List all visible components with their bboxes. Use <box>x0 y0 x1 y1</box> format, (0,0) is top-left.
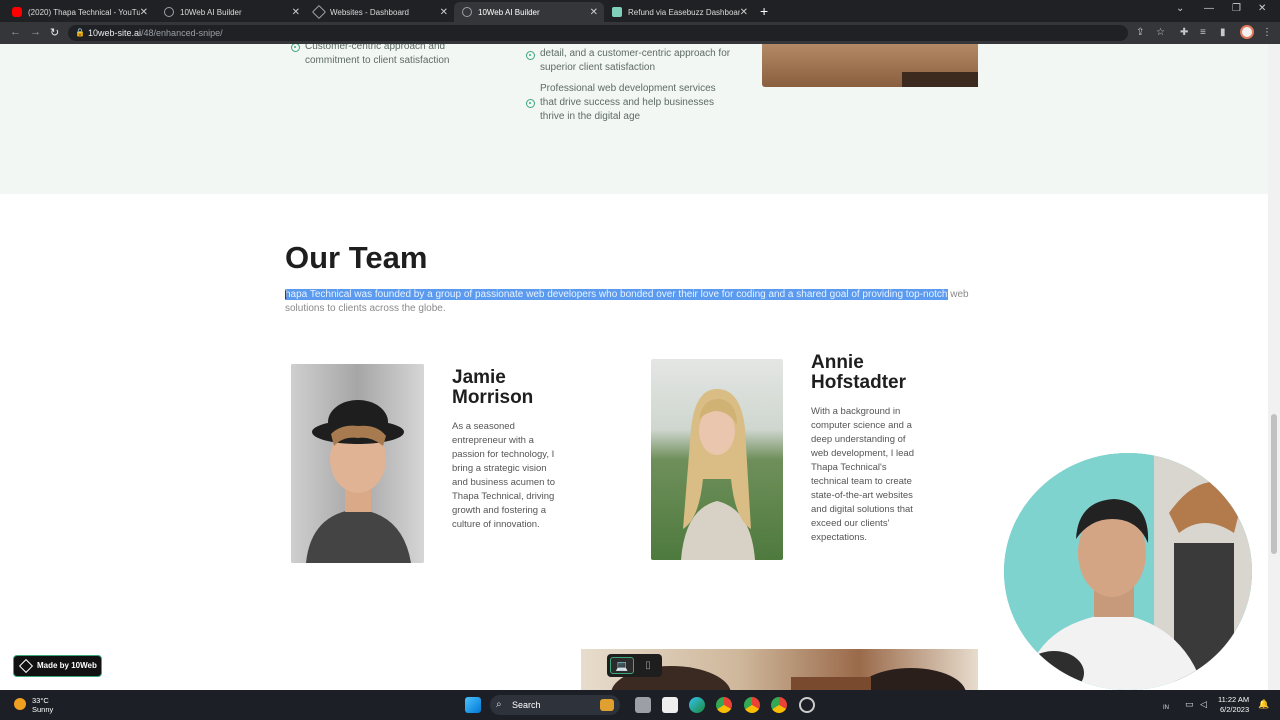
close-window-icon[interactable]: ✕ <box>1258 3 1266 14</box>
search-icon: ⌕ <box>496 699 502 710</box>
tab-websites-dashboard[interactable]: Websites - Dashboard ✕ <box>306 2 454 22</box>
settings-gear-icon[interactable] <box>799 697 815 713</box>
clock-date: 6/2/2023 <box>1219 705 1250 714</box>
youtube-icon <box>12 7 22 17</box>
menu-kebab-icon[interactable]: ⋮ <box>1262 27 1272 38</box>
chrome-active-icon[interactable] <box>744 697 760 713</box>
url-field[interactable]: 🔒 10web-site.ai/48/enhanced-snipe/ <box>68 25 1128 41</box>
side-panel-icon[interactable]: ▮ <box>1220 27 1226 38</box>
taskbar-clock[interactable]: 11:22 AM 6/2/2023 <box>1218 695 1249 715</box>
clock-time: 11:22 AM <box>1218 695 1250 704</box>
notification-bell-icon[interactable]: 🔔 <box>1258 699 1269 710</box>
star-icon[interactable]: ☆ <box>1156 27 1165 38</box>
device-preview-toggle: 💻 ▯ <box>607 654 662 677</box>
back-arrow-icon[interactable]: ← <box>10 26 21 38</box>
close-icon[interactable]: ✕ <box>440 7 448 18</box>
tab-10web-ai-builder-active[interactable]: 10Web AI Builder ✕ <box>454 2 604 22</box>
webcam-overlay <box>1004 453 1252 690</box>
share-icon[interactable]: ⇪ <box>1136 27 1144 38</box>
close-icon[interactable]: ✕ <box>740 7 748 18</box>
tab-label: (2020) Thapa Technical - YouTube <box>28 7 140 17</box>
member-photo-annie <box>651 359 783 560</box>
search-label: Search <box>512 700 541 710</box>
tab-easebuzz[interactable]: Refund via Easebuzz Dashboard ✕ <box>604 2 754 22</box>
page-scrollbar[interactable] <box>1268 44 1280 690</box>
feature-text: Customer-centric approach and commitment… <box>305 44 450 66</box>
tab-label: 10Web AI Builder <box>180 7 242 17</box>
tab-label: 10Web AI Builder <box>478 7 540 17</box>
tab-label: Websites - Dashboard <box>330 7 409 17</box>
team-description: hapa Technical was founded by a group of… <box>285 288 985 316</box>
restore-icon[interactable]: ❐ <box>1232 3 1241 14</box>
feature-text: Professional web development services th… <box>540 83 716 122</box>
selected-text: hapa Technical was founded by a group of… <box>285 289 948 300</box>
feature-text: detail, and a customer-centric approach … <box>540 48 731 73</box>
browser-tab-bar: (2020) Thapa Technical - YouTube ✕ 10Web… <box>0 0 1280 22</box>
lock-icon: 🔒 <box>75 28 85 37</box>
reload-icon[interactable]: ↻ <box>50 26 59 39</box>
weather-condition: Sunny <box>32 705 54 714</box>
10web-logo-icon <box>18 658 34 674</box>
edge-icon[interactable] <box>689 697 705 713</box>
tab-youtube[interactable]: (2020) Thapa Technical - YouTube ✕ <box>4 2 154 22</box>
easebuzz-icon <box>612 7 622 17</box>
tab-10web-ai-builder[interactable]: 10Web AI Builder ✕ <box>156 2 306 22</box>
extensions-icon[interactable]: ✚ <box>1180 27 1188 38</box>
10web-logo-icon <box>311 4 327 20</box>
new-tab-icon[interactable]: + <box>760 3 768 19</box>
profile-avatar[interactable] <box>1240 25 1254 39</box>
chevron-down-icon[interactable]: ⌄ <box>1176 3 1184 14</box>
member-bio-annie: With a background in computer science an… <box>811 406 914 543</box>
widgets-icon[interactable] <box>600 699 614 711</box>
feature-bullet: Customer-centric approach and commitment… <box>291 44 475 68</box>
task-view-icon[interactable] <box>635 697 651 713</box>
weather-temperature: 33°C <box>32 696 49 705</box>
team-title: Our Team <box>285 240 428 275</box>
text-cursor-icon: I <box>284 288 288 302</box>
member-bio-jamie: As a seasoned entrepreneur with a passio… <box>452 421 555 530</box>
globe-icon <box>164 7 174 17</box>
scrollbar-thumb[interactable] <box>1271 414 1277 554</box>
windows-taskbar: 33°C Sunny ⌕ Search IN ▭ ◁ 11:22 AM 6/2/… <box>0 690 1280 720</box>
feature-bullet: Professional web development services th… <box>526 82 735 124</box>
desk-image <box>762 44 978 87</box>
network-icon[interactable]: ▭ <box>1185 699 1194 710</box>
url-host: 10web-site.ai <box>88 28 142 38</box>
volume-icon[interactable]: ◁ <box>1200 699 1207 710</box>
member-name-annie: Annie Hofstadter <box>811 352 907 393</box>
media-icon[interactable]: ≡ <box>1200 27 1206 38</box>
close-icon[interactable]: ✕ <box>590 7 598 18</box>
member-name-jamie: Jamie Morrison <box>452 367 534 408</box>
mobile-view-icon[interactable]: ▯ <box>636 657 660 674</box>
badge-label: Made by 10Web <box>37 661 97 670</box>
chrome-icon[interactable] <box>716 697 732 713</box>
globe-icon <box>462 7 472 17</box>
feature-bullet: detail, and a customer-centric approach … <box>526 47 745 75</box>
browser-address-bar: ← → ↻ 🔒 10web-site.ai/48/enhanced-snipe/… <box>0 22 1280 44</box>
forward-arrow-icon[interactable]: → <box>30 26 41 38</box>
tab-label: Refund via Easebuzz Dashboard <box>628 7 740 17</box>
desktop-view-icon[interactable]: 💻 <box>610 657 634 674</box>
made-by-10web-badge[interactable]: Made by 10Web <box>13 655 102 677</box>
url-path: /48/enhanced-snipe/ <box>141 28 223 38</box>
notion-icon[interactable] <box>662 697 678 713</box>
minimize-icon[interactable]: — <box>1204 3 1214 14</box>
check-circle-icon <box>526 51 535 60</box>
close-icon[interactable]: ✕ <box>140 7 148 18</box>
language-indicator[interactable]: IN <box>1163 705 1169 711</box>
close-icon[interactable]: ✕ <box>292 7 300 18</box>
chrome-profile-icon[interactable] <box>771 697 787 713</box>
check-circle-icon <box>526 99 535 108</box>
page-viewport: Customer-centric approach and commitment… <box>0 44 1280 690</box>
sun-icon <box>14 698 26 710</box>
member-photo-jamie <box>291 364 424 563</box>
windows-start-icon[interactable] <box>465 697 481 713</box>
